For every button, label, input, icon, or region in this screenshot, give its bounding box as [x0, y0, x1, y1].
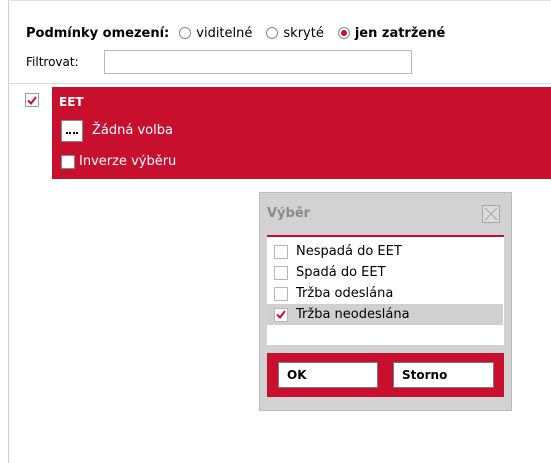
conditions-label: Podmínky omezení: [26, 25, 170, 41]
radio-selected-dot [340, 30, 347, 36]
checkmark-icon [27, 95, 37, 105]
radio-checked-only-circle[interactable] [337, 27, 350, 39]
ok-button[interactable]: OK [278, 362, 378, 388]
ellipsis-icon [66, 132, 78, 137]
selection-dialog: Výběr Nespadá do EET Spadá do EET Tržba … [259, 192, 512, 411]
radio-hidden-circle[interactable] [266, 27, 279, 39]
list-item-label: Tržba neodeslána [296, 307, 410, 322]
list-item-label: Tržba odeslána [296, 286, 394, 301]
filter-input[interactable] [104, 50, 412, 74]
close-button[interactable] [482, 205, 500, 223]
list-item-in-eet[interactable]: Spadá do EET [267, 262, 503, 283]
radio-visible[interactable]: viditelné [179, 26, 252, 41]
condition-title: EET [59, 95, 84, 109]
radio-checked-only-label: jen zatržené [354, 25, 446, 41]
row-checkbox[interactable] [25, 93, 39, 107]
selected-choice-text: Žádná volba [92, 123, 173, 138]
content-border-top [8, 0, 551, 1]
condition-filter-bar: Podmínky omezení: viditelné skryté jen z… [26, 23, 459, 43]
cancel-button[interactable]: Storno [393, 362, 494, 388]
radio-hidden-label: skryté [283, 25, 324, 41]
divider [8, 83, 551, 84]
radio-visible-circle[interactable] [179, 27, 192, 39]
list-item-not-in-eet[interactable]: Nespadá do EET [267, 241, 503, 262]
invert-selection-label[interactable]: Inverze výběru [79, 154, 176, 169]
invert-selection-checkbox[interactable] [61, 155, 75, 169]
list-item-sale-not-sent[interactable]: Tržba neodeslána [267, 304, 503, 325]
list-item-label: Spadá do EET [296, 265, 386, 280]
radio-hidden[interactable]: skryté [266, 25, 324, 41]
option-list: Nespadá do EET Spadá do EET Tržba odeslá… [267, 235, 504, 345]
radio-visible-label: viditelné [196, 25, 253, 41]
dialog-title: Výběr [267, 206, 311, 221]
content-border-left [8, 0, 9, 463]
list-item-checkbox-checked[interactable] [274, 307, 288, 322]
list-item-checkbox[interactable] [274, 286, 288, 301]
list-item-checkbox[interactable] [274, 265, 288, 280]
checkmark-icon [276, 310, 286, 319]
dialog-footer: OK Storno [267, 353, 504, 397]
filter-label: Filtrovat: [26, 55, 79, 69]
list-item-checkbox[interactable] [274, 244, 288, 259]
radio-checked-only[interactable]: jen zatržené [337, 25, 446, 41]
list-item-label: Nespadá do EET [296, 244, 402, 259]
choose-options-button[interactable] [61, 120, 83, 142]
list-item-sale-sent[interactable]: Tržba odeslána [267, 283, 503, 304]
close-icon [484, 207, 498, 221]
eet-condition-panel: EET Žádná volba Inverze výběru [52, 87, 551, 179]
